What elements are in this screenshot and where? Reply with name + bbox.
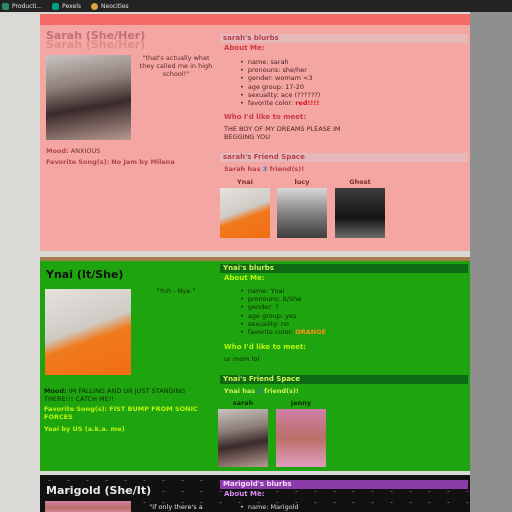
- profile-photo: [45, 289, 131, 375]
- friend-name-lucy[interactable]: lucy: [277, 178, 327, 186]
- profile-quote: "that's actually what they called me in …: [139, 54, 213, 78]
- favorite-songs-label: Favorite Song(s):: [46, 158, 110, 166]
- profile-card-ynai: Ynai (It/She) "Yuh - Nye." Mood: IM FALL…: [40, 257, 470, 471]
- favorite-songs-line: Favorite Song(s): No Jam by Milena: [46, 158, 216, 166]
- bookmark-label: Pexels: [62, 2, 82, 10]
- friend-count-prefix: Ynai has: [224, 387, 256, 395]
- profile-card-marigold: Marigold (She/It) "if only there's a Mar…: [40, 475, 470, 512]
- friend-count: 3: [262, 165, 268, 173]
- extension-icon: [2, 2, 9, 10]
- friend-count: 2: [257, 387, 262, 395]
- list-item: sexuality: ace (??????): [240, 91, 320, 99]
- favorite-color-label: favorite color:: [247, 328, 294, 337]
- bookmark-neocities[interactable]: Neocities: [91, 2, 129, 10]
- favorite-color-value: ORANGE: [295, 328, 326, 337]
- friend-count-prefix: Sarah has: [224, 165, 261, 173]
- blurbs-header: Ynai's blurbs: [220, 264, 468, 273]
- profile-name-echo: Sarah (She/Her): [46, 38, 146, 51]
- profile-photo: [46, 55, 131, 140]
- favorite-songs-label: Favorite Song(s):: [44, 405, 108, 413]
- profile-photo: [45, 501, 131, 512]
- list-item: pronouns: it/She: [240, 295, 326, 303]
- blurbs-header: Marigold's blurbs: [220, 480, 468, 489]
- mood-label: Mood:: [44, 387, 67, 395]
- favorite-songs-value: No Jam by Milena: [111, 158, 175, 166]
- list-item: sexuality: no: [240, 320, 326, 328]
- profile-quote: "if only there's a: [149, 503, 203, 511]
- friend-count-suffix: friend(s)!: [269, 165, 305, 173]
- friend-photo-ghost[interactable]: [335, 188, 385, 238]
- list-item: name: sarah: [240, 58, 320, 66]
- mood-line: Mood: ANXIOUS: [46, 147, 216, 155]
- about-me-heading: About Me:: [224, 490, 265, 498]
- friend-name-ynai[interactable]: Ynai: [220, 178, 270, 186]
- meet-heading: Who I'd like to meet:: [224, 113, 307, 121]
- bookmark-label: Neocities: [101, 2, 129, 10]
- friend-space-header: sarah's Friend Space: [220, 153, 468, 162]
- friend-name-ghost[interactable]: Ghost: [335, 178, 385, 186]
- friend-photo-jenny[interactable]: [276, 409, 326, 467]
- about-me-list: name: Ynai pronouns: it/She gender: ? ag…: [240, 287, 326, 336]
- mood-label: Mood:: [46, 147, 69, 155]
- friend-name-sarah[interactable]: sarah: [218, 399, 268, 407]
- about-me-list: name: sarah pronouns: she/her gender: wo…: [240, 58, 320, 107]
- friend-count-line: Sarah has 3 friend(s)!: [224, 165, 304, 173]
- favorite-songs-value-2: Yeai by US (a.k.a. me): [44, 425, 125, 433]
- favorite-color-value: red!!!!: [295, 99, 320, 108]
- page-margin-right: [470, 12, 512, 512]
- friend-photo-sarah[interactable]: [218, 409, 268, 467]
- about-me-list: name: Marigold: [240, 503, 299, 511]
- list-item: gender: womam <3: [240, 74, 320, 82]
- about-me-heading: About Me:: [224, 44, 265, 52]
- blurbs-header: sarah's blurbs: [220, 34, 468, 43]
- friend-space-header: Ynai's Friend Space: [220, 375, 468, 384]
- list-item: gender: ?: [240, 303, 326, 311]
- meet-heading: Who I'd like to meet:: [224, 343, 307, 351]
- mood-line: Mood: IM FALLING AND UR JUST STANDING TH…: [44, 387, 214, 403]
- pexels-icon: [52, 2, 60, 10]
- friend-photo-lucy[interactable]: [277, 188, 327, 238]
- bookmark-label: Producti...: [12, 2, 43, 10]
- profile-card-sarah: Sarah (She/Her) Sarah (She/Her) "that's …: [40, 14, 470, 251]
- friend-count-suffix: friend(s)!: [264, 387, 299, 395]
- profile-name: Ynai (It/She): [46, 268, 124, 281]
- list-item: name: Marigold: [240, 503, 299, 511]
- neocities-page[interactable]: Sarah (She/Her) Sarah (She/Her) "that's …: [40, 14, 470, 512]
- profile-quote: "Yuh - Nye.": [156, 287, 196, 295]
- list-item: favorite color: red!!!!: [240, 99, 320, 107]
- friend-name-jenny[interactable]: jenny: [276, 399, 326, 407]
- list-item: pronouns: she/her: [240, 66, 320, 74]
- friend-count-line: Ynai has 2 friend(s)!: [224, 387, 299, 395]
- neocities-icon: [91, 2, 99, 10]
- friend-photo-ynai[interactable]: [220, 188, 270, 238]
- list-item: favorite color: ORANGE: [240, 328, 326, 336]
- meet-text: THE BOY OF MY DREAMS PLEASE IM BEGGING Y…: [224, 125, 341, 141]
- list-item: age group: 17-20: [240, 83, 320, 91]
- favorite-color-label: favorite color:: [247, 99, 294, 108]
- bookmark-pexels[interactable]: Pexels: [52, 2, 82, 10]
- favorite-songs-line: Favorite Song(s): FIST BUMP FROM SONIC F…: [44, 405, 214, 421]
- bookmarks-bar: Producti... Pexels Neocities: [0, 0, 512, 12]
- meet-text: ur mom lol: [224, 355, 260, 363]
- bookmark-productivity[interactable]: Producti...: [2, 2, 43, 10]
- page-margin-left: [0, 12, 40, 512]
- mood-value: ANXIOUS: [70, 147, 101, 155]
- list-item: age group: yes: [240, 312, 326, 320]
- list-item: name: Ynai: [240, 287, 326, 295]
- about-me-heading: About Me:: [224, 274, 265, 282]
- profile-name: Marigold (She/It): [46, 484, 152, 497]
